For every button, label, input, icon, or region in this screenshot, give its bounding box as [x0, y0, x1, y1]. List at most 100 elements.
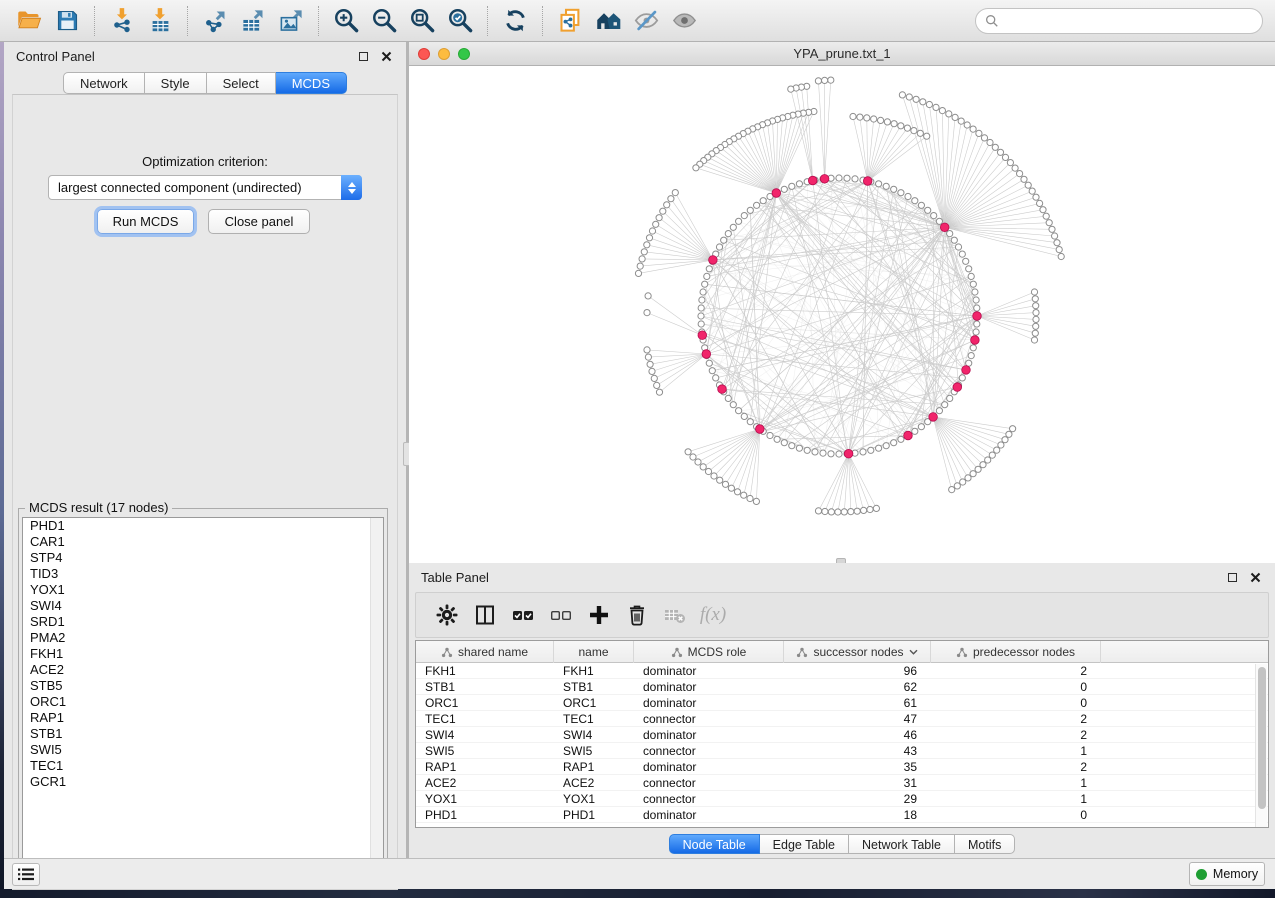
table-body: FKH1FKH1dominator962STB1STB1dominator620… — [416, 663, 1268, 823]
memory-button[interactable]: Memory — [1189, 862, 1265, 886]
column-header-successor-nodes[interactable]: successor nodes — [784, 641, 931, 663]
export-network-icon — [202, 7, 229, 34]
table-row[interactable]: STB1STB1dominator620 — [416, 679, 1268, 695]
table-toolbar: f(x) — [415, 592, 1269, 638]
float-panel-button[interactable] — [355, 48, 371, 64]
table-cell: ACE2 — [416, 775, 554, 790]
tab-mcds[interactable]: MCDS — [276, 72, 347, 94]
zoom-in-button[interactable] — [327, 4, 365, 38]
list-item[interactable]: SRD1 — [23, 614, 383, 630]
table-cell: FKH1 — [416, 663, 554, 678]
close-icon — [1250, 572, 1261, 583]
duplicate-network-button[interactable] — [551, 4, 589, 38]
function-builder-button[interactable]: f(x) — [694, 597, 732, 633]
list-item[interactable]: RAP1 — [23, 710, 383, 726]
control-panel-tabs: NetworkStyleSelectMCDS — [63, 72, 347, 94]
export-image-button[interactable] — [272, 4, 310, 38]
table-row[interactable]: YOX1YOX1connector291 — [416, 791, 1268, 807]
tab-motifs[interactable]: Motifs — [955, 834, 1015, 854]
table-row[interactable]: FKH1FKH1dominator962 — [416, 663, 1268, 679]
zoom-fit-button[interactable] — [403, 4, 441, 38]
refresh-view-button[interactable] — [496, 4, 534, 38]
list-item[interactable]: PMA2 — [23, 630, 383, 646]
close-panel-button-mcds[interactable]: Close panel — [208, 209, 310, 234]
mcds-result-list[interactable]: PHD1CAR1STP4TID3YOX1SWI4SRD1PMA2FKH1ACE2… — [22, 517, 384, 875]
tab-network-table[interactable]: Network Table — [849, 834, 955, 854]
float-table-panel-button[interactable] — [1224, 569, 1240, 585]
list-item[interactable]: TID3 — [23, 566, 383, 582]
show-all-button[interactable] — [665, 4, 703, 38]
run-mcds-button[interactable]: Run MCDS — [97, 209, 194, 234]
list-item[interactable]: SWI4 — [23, 598, 383, 614]
open-file-button[interactable] — [10, 4, 48, 38]
table-cell: dominator — [634, 759, 784, 774]
show-panels-list-button[interactable] — [12, 863, 40, 886]
zoom-selected-button[interactable] — [441, 4, 479, 38]
network-window-titlebar[interactable]: YPA_prune.txt_1 — [409, 42, 1275, 66]
import-network-button[interactable] — [103, 4, 141, 38]
list-item[interactable]: TEC1 — [23, 758, 383, 774]
zoom-out-button[interactable] — [365, 4, 403, 38]
deselect-all-button[interactable] — [542, 597, 580, 633]
list-item[interactable]: STP4 — [23, 550, 383, 566]
delete-column-button[interactable] — [618, 597, 656, 633]
add-column-button[interactable] — [580, 597, 618, 633]
table-cell: 0 — [931, 679, 1101, 694]
criterion-select[interactable]: largest connected component (undirected) — [48, 175, 362, 200]
close-panel-button[interactable] — [378, 48, 394, 64]
list-item[interactable]: SWI5 — [23, 742, 383, 758]
list-item[interactable]: STB5 — [23, 678, 383, 694]
table-row[interactable]: SWI5SWI5connector431 — [416, 743, 1268, 759]
list-item[interactable]: STB1 — [23, 726, 383, 742]
settings-gear-button[interactable] — [428, 597, 466, 633]
table-row[interactable]: RAP1RAP1dominator352 — [416, 759, 1268, 775]
export-table-button[interactable] — [234, 4, 272, 38]
list-item[interactable]: YOX1 — [23, 582, 383, 598]
export-network-button[interactable] — [196, 4, 234, 38]
table-scrollbar-track[interactable] — [1255, 664, 1267, 827]
table-row[interactable]: SWI4SWI4dominator462 — [416, 727, 1268, 743]
list-scrollbar-track[interactable] — [370, 518, 383, 874]
table-row[interactable]: ORC1ORC1dominator610 — [416, 695, 1268, 711]
hide-selected-button[interactable] — [627, 4, 665, 38]
save-session-button[interactable] — [48, 4, 86, 38]
network-canvas[interactable] — [409, 66, 1275, 563]
network-window: YPA_prune.txt_1 — [409, 42, 1275, 563]
table-row[interactable]: ACE2ACE2connector311 — [416, 775, 1268, 791]
list-item[interactable]: ACE2 — [23, 662, 383, 678]
list-item[interactable]: FKH1 — [23, 646, 383, 662]
table-scrollbar-thumb[interactable] — [1258, 667, 1266, 809]
column-header-predecessor-nodes[interactable]: predecessor nodes — [931, 641, 1101, 663]
gear-icon — [435, 603, 459, 627]
column-header-shared-name[interactable]: shared name — [416, 641, 554, 663]
tab-style[interactable]: Style — [145, 72, 207, 94]
tab-node-table[interactable]: Node Table — [669, 834, 760, 854]
tab-network[interactable]: Network — [63, 72, 145, 94]
table-cell: PHD1 — [554, 807, 634, 822]
table-cell: 31 — [784, 775, 931, 790]
table-row[interactable]: TEC1TEC1connector472 — [416, 711, 1268, 727]
table-cell: 0 — [931, 807, 1101, 822]
main-toolbar — [0, 0, 1275, 42]
table-row[interactable]: PHD1PHD1dominator180 — [416, 807, 1268, 823]
search-input[interactable] — [999, 11, 1262, 31]
import-table-button[interactable] — [141, 4, 179, 38]
zoom-selected-icon — [447, 7, 474, 34]
close-table-panel-button[interactable] — [1247, 569, 1263, 585]
list-item[interactable]: ORC1 — [23, 694, 383, 710]
list-item[interactable]: CAR1 — [23, 534, 383, 550]
select-all-button[interactable] — [504, 597, 542, 633]
tab-edge-table[interactable]: Edge Table — [760, 834, 849, 854]
list-item[interactable]: PHD1 — [23, 518, 383, 534]
table-cell: 2 — [931, 759, 1101, 774]
list-item[interactable]: GCR1 — [23, 774, 383, 790]
table-cell: ORC1 — [554, 695, 634, 710]
column-header-name[interactable]: name — [554, 641, 634, 663]
network-graph[interactable] — [409, 66, 1275, 563]
delete-table-button[interactable] — [656, 597, 694, 633]
network-title: YPA_prune.txt_1 — [409, 46, 1275, 61]
column-header-MCDS-role[interactable]: MCDS role — [634, 641, 784, 663]
tab-select[interactable]: Select — [207, 72, 276, 94]
split-pane-button[interactable] — [466, 597, 504, 633]
first-neighbors-button[interactable] — [589, 4, 627, 38]
